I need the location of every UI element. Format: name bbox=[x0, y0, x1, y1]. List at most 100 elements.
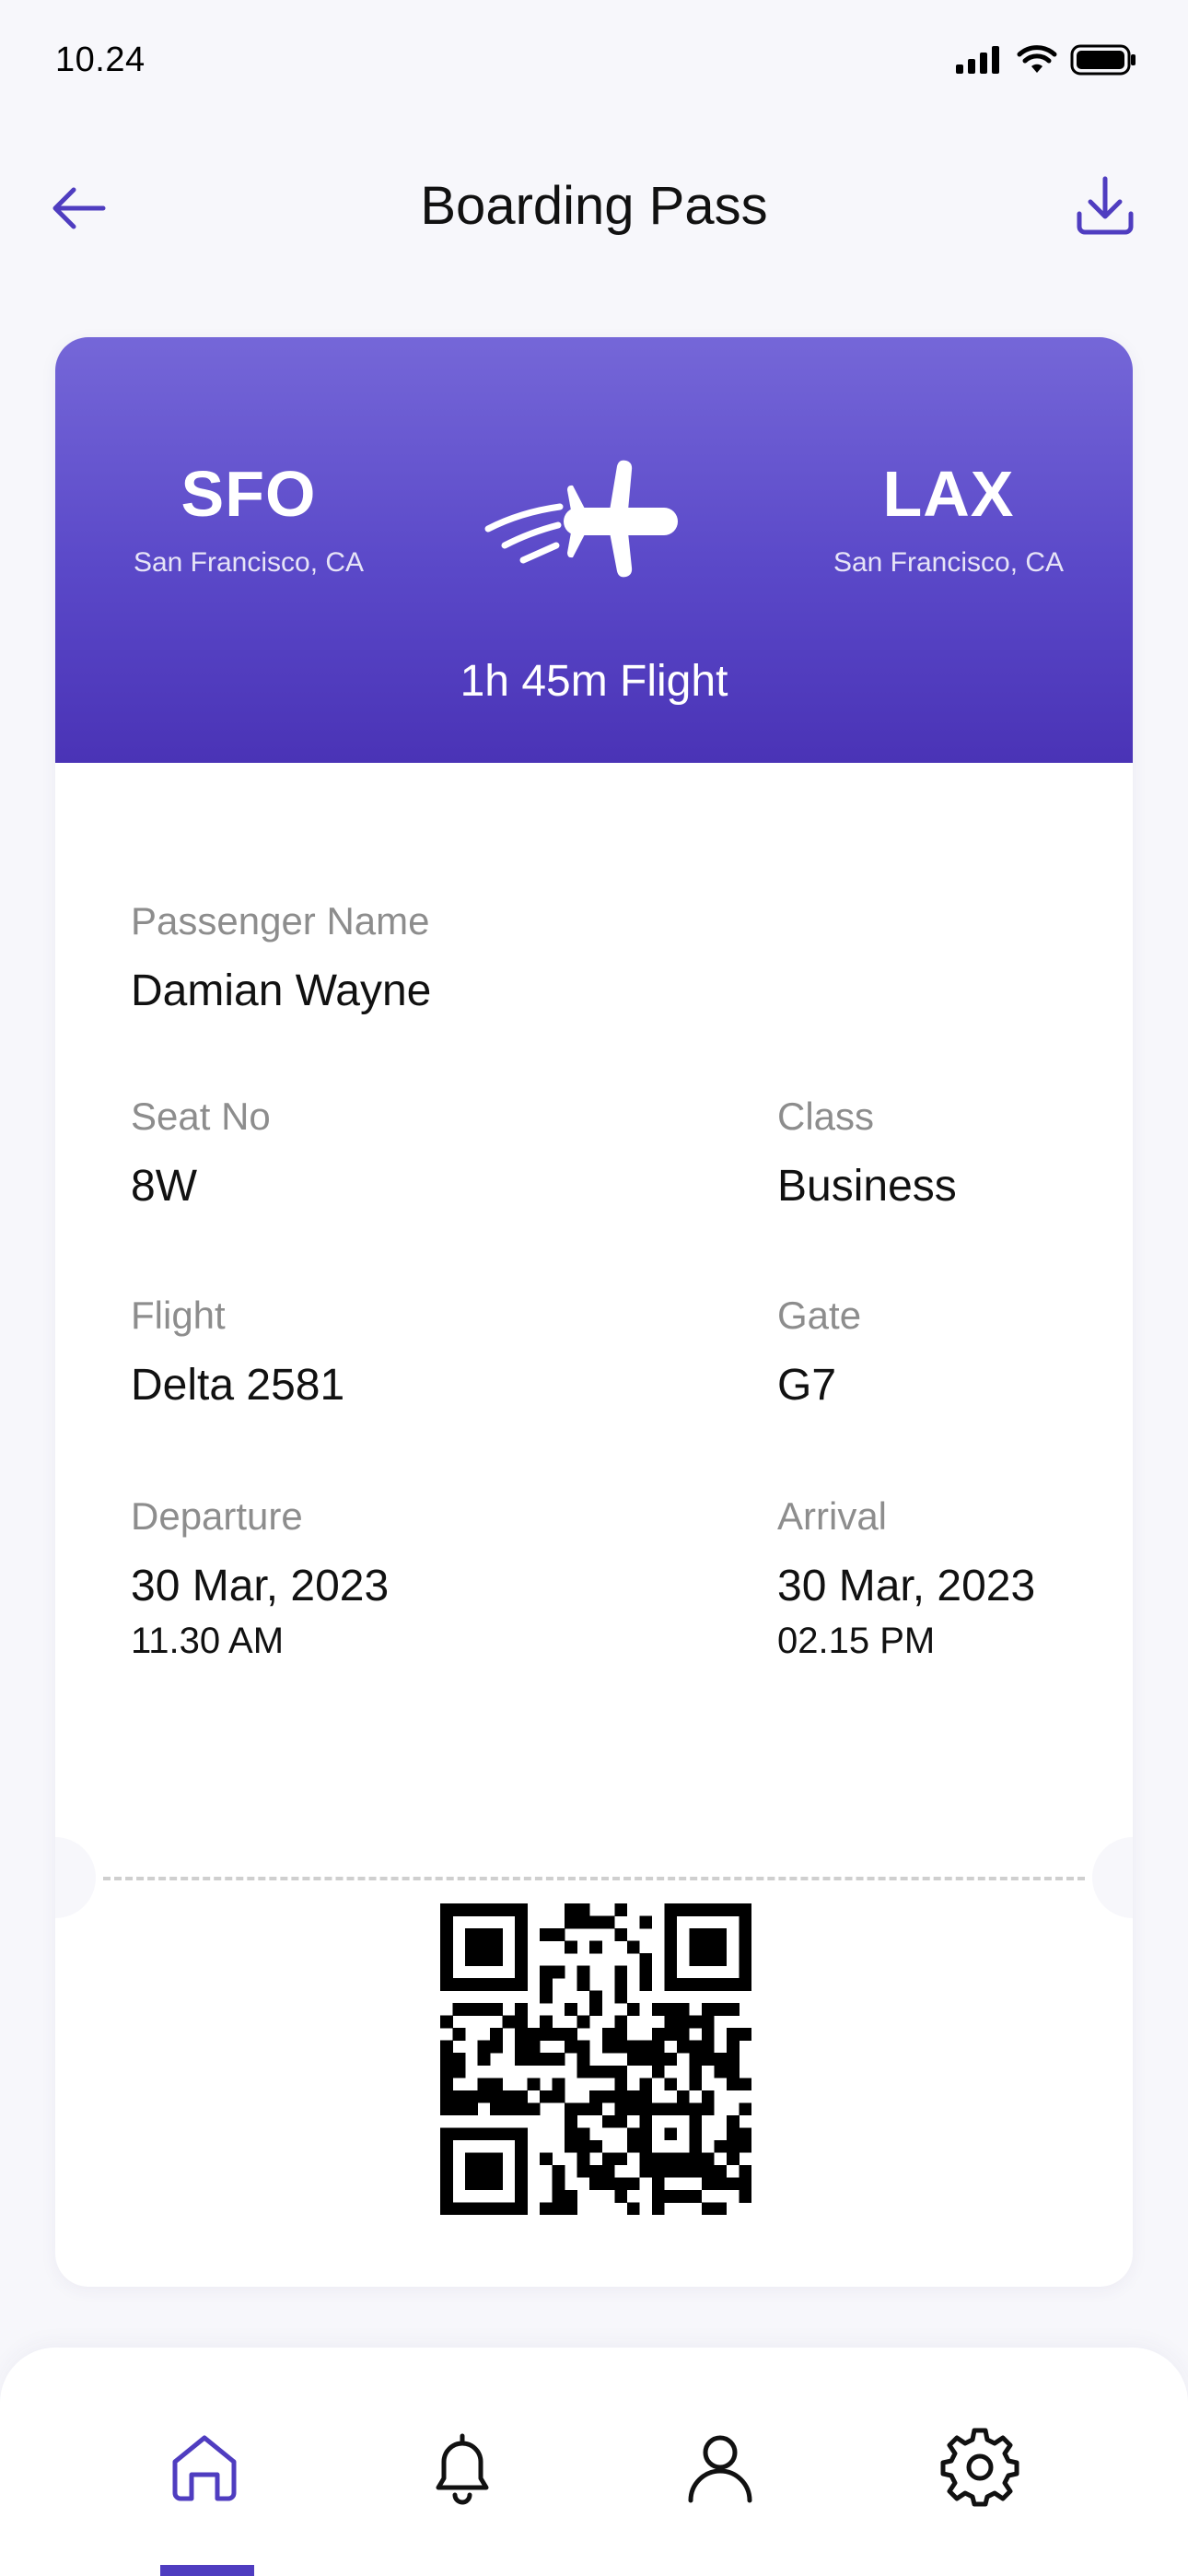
qr-module bbox=[515, 2152, 528, 2166]
departure-label: Departure bbox=[131, 1494, 303, 1538]
qr-module bbox=[577, 2127, 590, 2141]
qr-module bbox=[540, 1990, 553, 2004]
qr-code[interactable] bbox=[440, 1903, 751, 2215]
qr-module bbox=[626, 2053, 640, 2067]
qr-module bbox=[515, 1915, 528, 1929]
download-button[interactable] bbox=[1070, 171, 1140, 241]
qr-module bbox=[701, 2164, 715, 2178]
passenger-name: Damian Wayne bbox=[131, 966, 432, 1015]
qr-module bbox=[626, 2090, 640, 2103]
qr-module bbox=[689, 2127, 703, 2141]
qr-module bbox=[465, 2003, 478, 2016]
qr-module bbox=[589, 2177, 603, 2191]
qr-module bbox=[440, 2102, 453, 2116]
qr-module bbox=[651, 2102, 665, 2116]
qr-module bbox=[651, 2177, 665, 2191]
qr-module bbox=[440, 2015, 453, 2029]
qr-module bbox=[726, 2028, 740, 2041]
qr-module bbox=[701, 1903, 715, 1916]
qr-module bbox=[452, 2127, 466, 2141]
qr-module bbox=[490, 2078, 503, 2091]
qr-module bbox=[614, 2114, 628, 2128]
qr-module bbox=[515, 1953, 528, 1966]
qr-module bbox=[552, 2164, 565, 2178]
qr-module bbox=[490, 2028, 503, 2041]
qr-module bbox=[490, 2202, 503, 2215]
qr-module bbox=[701, 2102, 715, 2116]
qr-module bbox=[465, 2127, 478, 2141]
qr-module bbox=[452, 2053, 466, 2067]
qr-module bbox=[589, 1990, 603, 2004]
qr-module bbox=[739, 2028, 751, 2041]
qr-module bbox=[502, 2015, 516, 2029]
qr-module bbox=[601, 2177, 615, 2191]
passenger-field: Passenger Name Damian Wayne bbox=[131, 899, 431, 1016]
nav-home[interactable] bbox=[160, 2423, 249, 2512]
nav-profile[interactable] bbox=[676, 2423, 764, 2512]
qr-module bbox=[577, 2065, 590, 2078]
qr-module bbox=[676, 2164, 690, 2178]
qr-module bbox=[490, 1903, 503, 1916]
qr-module bbox=[726, 2177, 740, 2191]
qr-module bbox=[465, 1903, 478, 1916]
qr-module bbox=[440, 2152, 453, 2166]
qr-module bbox=[477, 1940, 491, 1954]
qr-module bbox=[490, 2040, 503, 2054]
qr-module bbox=[601, 1915, 615, 1929]
nav-settings[interactable] bbox=[936, 2423, 1024, 2512]
qr-module bbox=[490, 2177, 503, 2191]
qr-module bbox=[490, 1978, 503, 1991]
qr-module bbox=[465, 1978, 478, 1991]
qr-module bbox=[515, 2040, 528, 2054]
qr-module bbox=[739, 1928, 751, 1941]
qr-module bbox=[664, 1928, 678, 1941]
qr-module bbox=[452, 2028, 466, 2041]
qr-module bbox=[651, 2053, 665, 2067]
qr-module bbox=[440, 1915, 453, 1929]
qr-module bbox=[565, 2040, 577, 2054]
battery-icon bbox=[1070, 44, 1136, 76]
qr-module bbox=[626, 2139, 640, 2153]
qr-module bbox=[639, 1953, 653, 1966]
qr-module bbox=[676, 2003, 690, 2016]
signal-icon bbox=[956, 46, 999, 74]
qr-module bbox=[726, 2040, 740, 2054]
nav-notifications[interactable] bbox=[418, 2423, 507, 2512]
qr-module bbox=[490, 1940, 503, 1954]
qr-module bbox=[701, 1940, 715, 1954]
qr-module bbox=[465, 2152, 478, 2166]
qr-module bbox=[651, 2189, 665, 2203]
qr-module bbox=[676, 2028, 690, 2041]
qr-module bbox=[689, 2164, 703, 2178]
qr-module bbox=[565, 1940, 577, 1954]
qr-module bbox=[515, 2090, 528, 2103]
qr-module bbox=[701, 2152, 715, 2166]
qr-module bbox=[614, 2015, 628, 2029]
qr-module bbox=[440, 2065, 453, 2078]
qr-module bbox=[565, 2114, 577, 2128]
qr-module bbox=[477, 2053, 491, 2067]
qr-module bbox=[490, 2164, 503, 2178]
qr-module bbox=[676, 2152, 690, 2166]
qr-module bbox=[465, 2102, 478, 2116]
qr-module bbox=[552, 2189, 565, 2203]
qr-module bbox=[565, 2139, 577, 2153]
qr-module bbox=[465, 2090, 478, 2103]
qr-module bbox=[565, 2189, 577, 2203]
qr-module bbox=[701, 2015, 715, 2029]
qr-module bbox=[477, 2040, 491, 2054]
qr-module bbox=[689, 2040, 703, 2054]
qr-module bbox=[676, 2189, 690, 2203]
qr-module bbox=[477, 2078, 491, 2091]
qr-module bbox=[714, 1940, 728, 1954]
qr-module bbox=[689, 2139, 703, 2153]
qr-module bbox=[726, 1903, 740, 1916]
qr-module bbox=[664, 2102, 678, 2116]
qr-module bbox=[589, 1915, 603, 1929]
qr-module bbox=[515, 2202, 528, 2215]
qr-module bbox=[626, 2040, 640, 2054]
qr-module bbox=[440, 2202, 453, 2215]
qr-module bbox=[689, 1903, 703, 1916]
user-icon bbox=[688, 2435, 752, 2503]
status-time: 10.24 bbox=[55, 41, 146, 79]
